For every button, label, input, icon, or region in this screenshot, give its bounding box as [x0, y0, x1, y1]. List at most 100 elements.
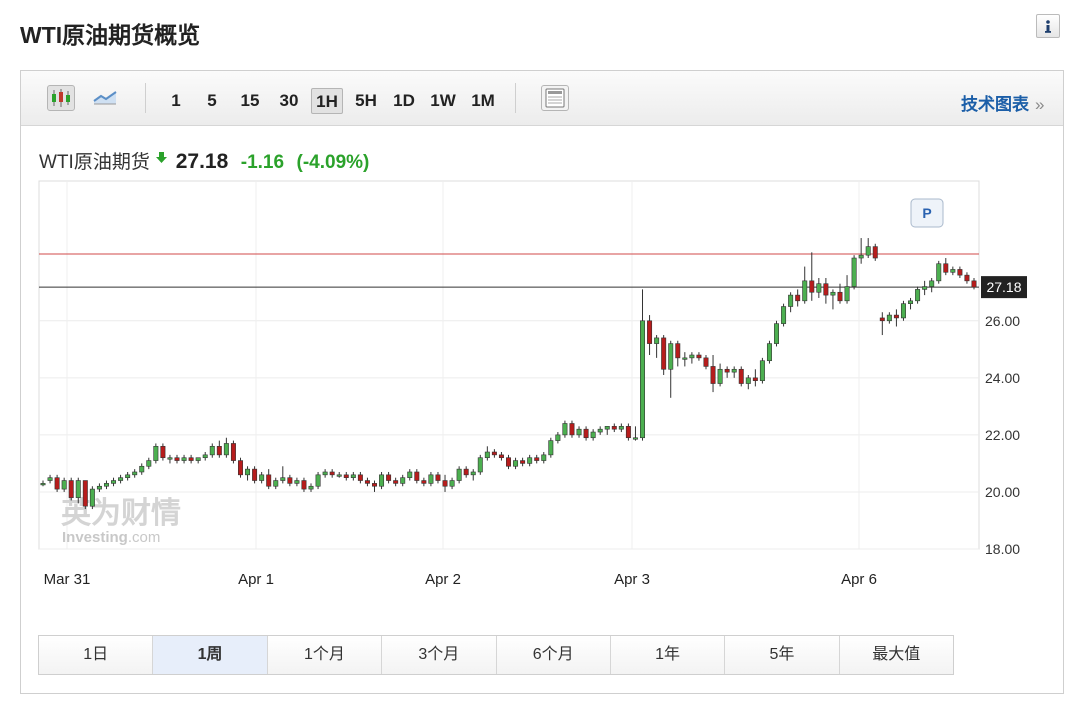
candle	[703, 355, 709, 370]
plot-frame	[38, 180, 980, 550]
candle-body	[534, 457, 540, 461]
candle-body	[379, 474, 385, 487]
candle-body	[386, 474, 392, 481]
range-3[interactable]: 3个月	[382, 636, 497, 674]
y-tick-label: 26.00	[985, 313, 1020, 329]
candle-body	[372, 483, 377, 487]
date-range-selector: 1日 1周 1个月 3个月 6个月 1年 5年 最大值	[38, 635, 954, 675]
candle-body	[407, 471, 413, 478]
candle-body	[118, 477, 124, 481]
candle	[872, 243, 878, 261]
candle	[280, 466, 286, 484]
candlestick-chart[interactable]: 英为财情 Investing.com 26.00 24.00 22.00 20.00 1…	[21, 71, 1063, 631]
candle-body	[40, 483, 46, 486]
candle-body	[759, 360, 765, 381]
candle	[209, 443, 215, 458]
candle	[964, 272, 970, 284]
candle	[893, 309, 899, 327]
candle	[971, 277, 977, 290]
candle-body	[689, 354, 695, 359]
candle	[61, 477, 67, 492]
candle-body	[470, 471, 476, 476]
candle-body	[943, 263, 949, 273]
candle-body	[491, 451, 497, 456]
candle	[96, 483, 102, 492]
candle-body	[82, 480, 88, 507]
candle-body	[590, 431, 596, 439]
info-button[interactable]	[1036, 14, 1060, 38]
candle-body	[604, 426, 610, 430]
candle	[738, 366, 744, 387]
candle-body	[364, 480, 370, 484]
range-7[interactable]: 最大值	[839, 636, 953, 674]
candle-body	[153, 446, 159, 461]
candle	[498, 452, 504, 461]
range-4[interactable]: 6个月	[496, 636, 611, 674]
candle	[414, 469, 420, 484]
candle	[484, 446, 490, 461]
range-1[interactable]: 1周	[153, 636, 268, 674]
candle	[202, 452, 208, 461]
candle-body	[315, 474, 321, 487]
candle-body	[209, 446, 215, 456]
candle	[809, 252, 815, 301]
candle	[625, 423, 631, 441]
range-0[interactable]: 1日	[39, 636, 154, 674]
candle	[752, 369, 758, 387]
candle	[379, 471, 385, 490]
candle	[400, 474, 406, 487]
candle	[308, 483, 314, 492]
candle	[661, 335, 667, 375]
candle	[54, 474, 60, 492]
candle	[682, 352, 688, 367]
candle	[103, 480, 109, 490]
candle-body	[675, 343, 681, 359]
range-2[interactable]: 1个月	[267, 636, 383, 674]
candle-body	[830, 291, 836, 296]
candle	[188, 454, 194, 464]
candle	[287, 474, 293, 487]
candle	[364, 477, 370, 487]
candle-body	[900, 303, 906, 319]
candle	[781, 303, 787, 327]
candle-body	[915, 289, 921, 302]
candle-body	[195, 457, 201, 461]
watermark-brand: 英为财情	[61, 496, 181, 531]
candle	[668, 340, 674, 398]
candle-body	[625, 426, 631, 439]
candle	[223, 437, 229, 458]
watermark-sub: Investing.com	[62, 529, 160, 546]
candle-body	[216, 446, 222, 456]
candle	[618, 423, 624, 433]
candle-body	[654, 337, 660, 344]
candle-body	[661, 337, 667, 370]
candle-body	[682, 357, 688, 360]
candle-body	[647, 320, 653, 344]
candle-body	[47, 477, 53, 481]
range-6[interactable]: 5年	[725, 636, 840, 674]
candle-body	[132, 471, 138, 476]
candle-body	[576, 428, 582, 436]
candle-body	[795, 294, 801, 302]
candle-body	[555, 434, 561, 441]
candle-body	[301, 480, 307, 490]
candle	[879, 312, 885, 336]
candle-body	[844, 286, 850, 302]
candle	[435, 471, 441, 484]
range-5[interactable]: 1年	[610, 636, 726, 674]
candle	[463, 466, 469, 478]
candle	[477, 454, 483, 475]
candle	[139, 463, 145, 475]
candle-body	[477, 457, 483, 473]
p-marker[interactable]: P	[910, 198, 944, 228]
candle-body	[160, 446, 166, 459]
candle	[816, 277, 822, 298]
candle-body	[245, 468, 251, 476]
candle-body	[428, 474, 434, 484]
candle	[908, 297, 914, 310]
candle-body	[745, 377, 751, 384]
candle-body	[816, 283, 822, 293]
candle-body	[964, 274, 970, 282]
candle	[774, 320, 780, 347]
candle-body	[350, 474, 356, 478]
